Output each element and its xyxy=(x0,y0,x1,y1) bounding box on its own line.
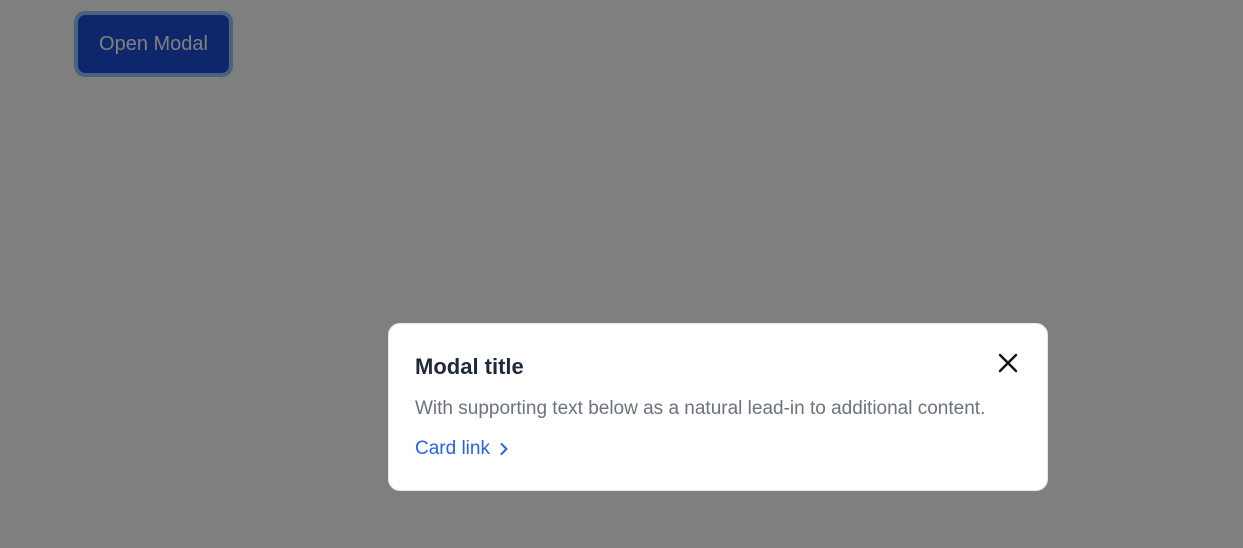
card-link[interactable]: Card link xyxy=(415,438,509,460)
modal-title: Modal title xyxy=(415,354,524,379)
modal-dialog: Modal title With supporting text below a… xyxy=(388,323,1048,491)
page: Open Modal Modal title With supporting t… xyxy=(0,0,1243,548)
modal-body-text: With supporting text below as a natural … xyxy=(415,398,986,419)
chevron-right-icon xyxy=(500,443,508,455)
close-button[interactable] xyxy=(993,348,1023,378)
card-link-label: Card link xyxy=(415,438,490,459)
close-icon xyxy=(998,353,1018,373)
